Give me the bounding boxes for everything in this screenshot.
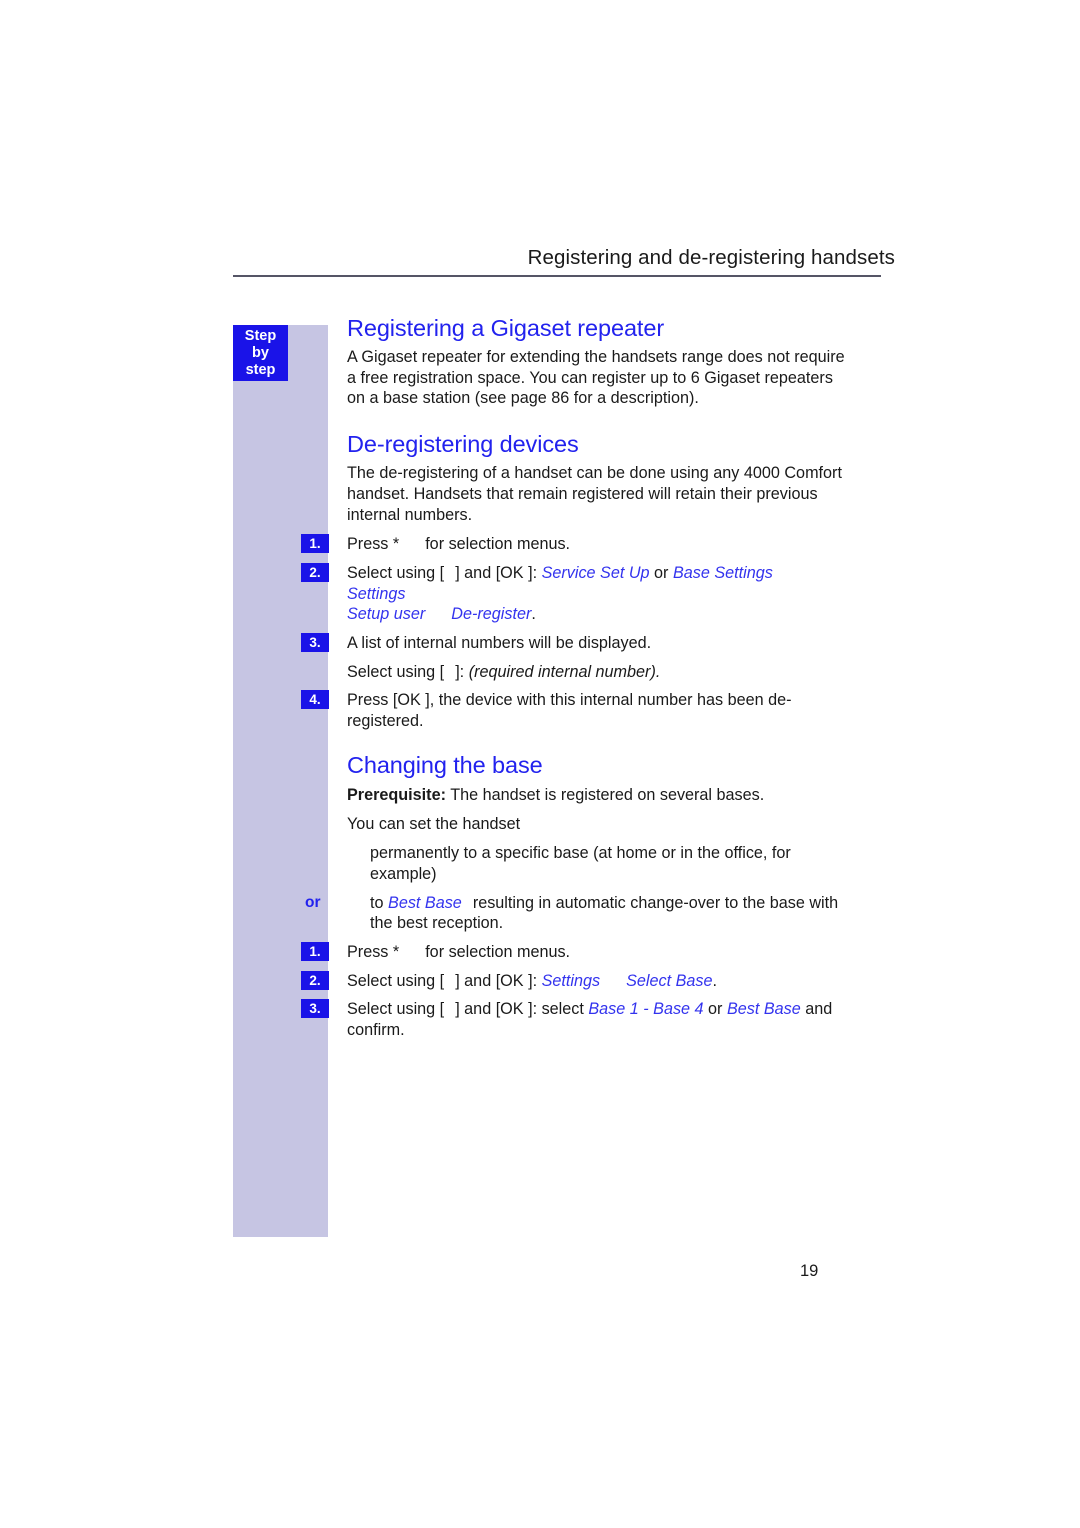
running-header: Registering and de-registering handsets	[233, 246, 895, 270]
step-badge-3: 3.	[301, 999, 329, 1019]
step-text-part: or	[708, 1000, 723, 1019]
menu-path-de-register: De-register	[451, 605, 532, 624]
step-text-part: ]:	[455, 662, 465, 681]
step-text-part: Select using [	[347, 1000, 445, 1019]
step-text-changebase-3: Select using [ ] and [OK ]: select Base 1…	[347, 999, 857, 1040]
step-text-part: for selection menus.	[425, 943, 571, 962]
step-text-part: Press *	[347, 535, 400, 554]
option-row: or to Best Base resulting in automatic ch…	[305, 893, 857, 934]
menu-path-base-range: Base 1 - Base 4	[588, 1000, 704, 1019]
step-badge-2: 2.	[301, 562, 329, 582]
step-text-part: ] and [OK ]:	[455, 971, 538, 990]
step-by-step-badge: Step by step	[233, 325, 288, 381]
step-text-deregister-4: Press [OK ], the device with this intern…	[347, 691, 792, 731]
menu-path-setup-user: Setup user	[347, 605, 426, 624]
step-by-step-badge-line3: step	[245, 362, 276, 378]
content-column: Registering a Gigaset repeater A Gigaset…	[301, 300, 857, 1041]
step-text-part: for selection menus.	[425, 535, 571, 554]
option-row: permanently to a specific base (at home …	[347, 843, 857, 884]
step-text-deregister-2: Select using [ ] and [OK ]: Service Set U…	[347, 563, 857, 625]
step-row: 3. A list of internal numbers will be di…	[301, 633, 857, 654]
step-badge-1: 1.	[301, 534, 329, 554]
step-row: 2. Select using [] and [OK ]: Settings Se…	[301, 970, 857, 992]
step-text-changebase-1: Press * for selection menus.	[347, 942, 857, 963]
step-row: 3. Select using [ ] and [OK ]: select Bas…	[301, 999, 857, 1040]
step-row: 1. Press * for selection menus.	[301, 534, 857, 555]
option-text-permanent-base: permanently to a specific base (at home …	[370, 844, 791, 883]
step-text-part: Press *	[347, 943, 400, 962]
paragraph-repeater: A Gigaset repeater for extending the han…	[347, 348, 845, 408]
option-text-best-base: to Best Base resulting in automatic chang…	[347, 893, 857, 934]
menu-path-settings: Settings	[541, 971, 601, 990]
paragraph-deregistering-intro: The de-registering of a handset can be d…	[347, 464, 842, 524]
menu-path-select-base: Select Base	[626, 971, 713, 990]
step-badge-2: 2.	[301, 970, 329, 990]
step-text-part: ] and [OK ]: select	[455, 1000, 584, 1019]
prerequisite-label: Prerequisite:	[347, 785, 446, 804]
paragraph-lead-in: You can set the handset	[347, 814, 521, 833]
step-badge-1: 1.	[301, 942, 329, 962]
section-title-changing-the-base: Changing the base	[347, 751, 543, 778]
menu-path-best-base: Best Base	[388, 893, 462, 912]
step-row: 2. Select using [ ] and [OK ]: Service Se…	[301, 562, 857, 625]
or-label: or	[305, 893, 321, 911]
step-text-part: Select using [	[347, 971, 445, 990]
step-text-part: ] and [OK ]:	[455, 563, 538, 582]
page-number: 19	[800, 1262, 819, 1280]
step-by-step-badge-line2: by	[252, 345, 269, 361]
menu-path-service-set-up: Service Set Up	[541, 563, 650, 582]
step-text-deregister-3-sub: Select using []: (required internal numb…	[347, 662, 857, 683]
step-by-step-sidebar	[233, 325, 328, 1237]
step-text-part: Select using [	[347, 563, 445, 582]
step-badge-3: 3.	[301, 633, 329, 653]
step-text-deregister-1: Press * for selection menus.	[347, 534, 857, 555]
step-row: 4. Press [OK ], the device with this int…	[301, 690, 857, 731]
menu-path-best-base: Best Base	[726, 1000, 801, 1019]
step-row: 1. Press * for selection menus.	[301, 942, 857, 963]
step-text-part: or	[654, 563, 669, 582]
section-title-registering-repeater: Registering a Gigaset repeater	[347, 315, 665, 341]
header-rule	[233, 275, 881, 277]
prerequisite-text: The handset is registered on several bas…	[450, 785, 765, 804]
step-badge-4: 4.	[301, 690, 329, 710]
header-title: Registering and de-registering handsets	[527, 246, 895, 269]
step-text-part: .	[712, 971, 717, 990]
menu-path-base-settings: Base Settings	[672, 563, 773, 582]
step-text-changebase-2: Select using [ ] and [OK ]: Settings Selec…	[347, 971, 857, 992]
placeholder-required-internal-number: (required internal number).	[468, 662, 661, 681]
menu-path-settings: Settings	[347, 584, 406, 603]
step-text-deregister-3: A list of internal numbers will be displ…	[347, 634, 652, 653]
step-text-part: Select using [	[347, 662, 445, 681]
step-by-step-badge-line1: Step	[244, 328, 277, 344]
step-text-part: .	[531, 605, 536, 624]
step-subline: Select using []: (required internal numb…	[347, 662, 857, 683]
paragraph-prerequisite: Prerequisite: The handset is registered …	[347, 785, 857, 806]
section-title-deregistering-devices: De-registering devices	[347, 431, 579, 458]
step-text-part: to	[370, 893, 384, 912]
document-page: Registering and de-registering handsets …	[0, 0, 1080, 1528]
